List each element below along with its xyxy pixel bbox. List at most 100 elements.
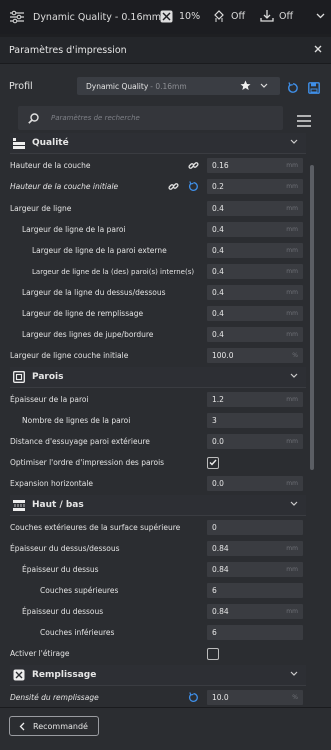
adhesion-summary[interactable]: Off bbox=[260, 9, 293, 23]
setting-label: Nombre de lignes de la paroi bbox=[22, 416, 131, 425]
setting-value: 0.0 bbox=[212, 437, 224, 446]
setting-value-field[interactable]: 0.84 mm bbox=[207, 604, 303, 619]
setting-unit: mm bbox=[286, 608, 298, 615]
setting-row: Épaisseur du dessus 0.84 mm bbox=[0, 559, 331, 580]
chevron-down-icon[interactable] bbox=[290, 372, 298, 382]
setting-value-field[interactable]: 0.4 mm bbox=[207, 264, 303, 279]
setting-value: 0.0 bbox=[212, 479, 224, 488]
setting-value: 0.2 bbox=[212, 182, 224, 191]
setting-value-field[interactable]: 0.2 mm bbox=[207, 179, 303, 194]
setting-row: Largeur de ligne de la (des) paroi(s) in… bbox=[0, 261, 331, 282]
profile-label: Profil bbox=[9, 80, 33, 92]
search-icon bbox=[28, 112, 39, 124]
setting-label: Densité du remplissage bbox=[10, 693, 99, 702]
setting-value: 0.84 bbox=[212, 565, 229, 574]
adhesion-icon bbox=[260, 9, 274, 23]
setting-row: Largeur de ligne de la paroi 0.4 mm bbox=[0, 219, 331, 240]
panel-title: Paramètres d'impression bbox=[9, 44, 127, 56]
setting-unit: mm bbox=[286, 162, 298, 169]
setting-value-field[interactable]: 10.0% bbox=[207, 690, 303, 705]
setting-value-field[interactable]: 0.4 mm bbox=[207, 306, 303, 321]
setting-row: Épaisseur du dessus/dessous 0.84 mm bbox=[0, 538, 331, 559]
setting-value-field[interactable]: 6 bbox=[207, 583, 303, 598]
print-setup-bar[interactable]: Dynamic Quality - 0.16mm 10% Off Off bbox=[0, 0, 331, 34]
chevron-down-icon[interactable] bbox=[290, 670, 298, 680]
section-title: Parois bbox=[32, 372, 64, 382]
setting-row: Largeur de ligne couche initiale 100.0% bbox=[0, 345, 331, 366]
recommended-label: Recommandé bbox=[33, 721, 88, 731]
setting-label: Largeur de ligne bbox=[10, 204, 72, 213]
setting-value-field[interactable]: 0.0 mm bbox=[207, 476, 303, 491]
setting-value-field[interactable]: 100.0% bbox=[207, 348, 303, 363]
setting-label: Épaisseur du dessous bbox=[22, 607, 104, 616]
star-icon[interactable] bbox=[240, 80, 251, 93]
checkbox[interactable] bbox=[207, 456, 219, 469]
setting-value-field[interactable]: 0.4 mm bbox=[207, 201, 303, 216]
reset-icon[interactable] bbox=[188, 181, 199, 194]
setting-unit: mm bbox=[286, 438, 298, 445]
section-remplissage[interactable]: Remplissage bbox=[10, 665, 306, 686]
setting-label: Largeur de ligne de remplissage bbox=[22, 309, 144, 318]
setting-value-field[interactable]: 0.4 mm bbox=[207, 243, 303, 258]
profile-select[interactable]: Dynamic Quality - 0.16mm bbox=[77, 77, 280, 95]
support-summary[interactable]: Off bbox=[212, 9, 245, 23]
setting-label: Couches extérieures de la surface supéri… bbox=[10, 523, 181, 532]
setting-label: Couches inférieures bbox=[40, 628, 115, 637]
print-settings-panel: Paramètres d'impression Profil Dynamic Q… bbox=[0, 37, 331, 750]
quality-summary[interactable]: Dynamic Quality - 0.16mm bbox=[9, 10, 161, 24]
setting-unit: mm bbox=[286, 396, 298, 403]
setting-unit: mm bbox=[286, 226, 298, 233]
setting-label: Largeur de ligne de la paroi externe bbox=[32, 246, 167, 255]
recommended-button[interactable]: Recommandé bbox=[9, 716, 99, 736]
setting-row: Couches supérieures 6 bbox=[0, 580, 331, 601]
setting-row: Épaisseur du dessous 0.84 mm bbox=[0, 601, 331, 622]
setting-label: Couches supérieures bbox=[40, 586, 119, 595]
setting-row: Distance d'essuyage paroi extérieure 0.0… bbox=[0, 431, 331, 452]
setting-value: 0.4 bbox=[212, 330, 224, 339]
reset-icon[interactable] bbox=[287, 79, 299, 98]
scrollbar[interactable] bbox=[310, 165, 314, 470]
setting-value-field[interactable]: 0 bbox=[207, 520, 303, 535]
setting-unit: mm bbox=[286, 205, 298, 212]
checkbox[interactable] bbox=[207, 647, 219, 660]
setting-value-field[interactable]: 0.0 mm bbox=[207, 434, 303, 449]
setting-value-field[interactable]: 0.84 mm bbox=[207, 541, 303, 556]
support-icon bbox=[212, 9, 226, 23]
setting-value-field[interactable]: 0.84 mm bbox=[207, 562, 303, 577]
setting-label: Hauteur de la couche initiale bbox=[10, 182, 119, 191]
close-icon[interactable] bbox=[314, 45, 322, 56]
chevron-down-icon[interactable] bbox=[316, 11, 325, 22]
setting-row: Expansion horizontale 0.0 mm bbox=[0, 473, 331, 494]
chevron-left-icon bbox=[19, 722, 25, 731]
infill-summary[interactable]: 10% bbox=[160, 10, 200, 23]
setting-value: 0.4 bbox=[212, 225, 224, 234]
setting-value: 0.84 bbox=[212, 544, 229, 553]
chevron-down-icon[interactable] bbox=[260, 82, 268, 91]
setting-value: 0.16 bbox=[212, 161, 229, 170]
setting-value-field[interactable]: 1.2 mm bbox=[207, 392, 303, 407]
setting-value-field[interactable]: 3 bbox=[207, 413, 303, 428]
support-value: Off bbox=[231, 10, 246, 22]
link-icon bbox=[168, 181, 179, 194]
save-icon[interactable] bbox=[308, 79, 320, 98]
setting-value-field[interactable]: 0.16 mm bbox=[207, 158, 303, 173]
panel-header: Paramètres d'impression bbox=[0, 37, 331, 64]
setting-row: Largeur de la ligne du dessus/dessous 0.… bbox=[0, 282, 331, 303]
section-qualite[interactable]: Qualité bbox=[10, 133, 306, 154]
section-haut-bas[interactable]: Haut / bas bbox=[10, 495, 306, 516]
section-parois[interactable]: Parois bbox=[10, 367, 306, 388]
menu-icon[interactable] bbox=[297, 112, 311, 131]
setting-value-field[interactable]: 0.4 mm bbox=[207, 327, 303, 342]
infill-icon bbox=[160, 10, 173, 23]
setting-value-field[interactable]: 0.4 mm bbox=[207, 285, 303, 300]
chevron-down-icon[interactable] bbox=[290, 138, 298, 148]
setting-value-field[interactable]: 0.4 mm bbox=[207, 222, 303, 237]
setting-value: 0.4 bbox=[212, 288, 224, 297]
setting-unit: mm bbox=[286, 480, 298, 487]
setting-value-field[interactable]: 6 bbox=[207, 625, 303, 640]
quality-label: Dynamic Quality - 0.16mm bbox=[33, 11, 161, 23]
search-input[interactable]: Paramètres de recherche bbox=[18, 106, 283, 130]
chevron-down-icon[interactable] bbox=[290, 500, 298, 510]
reset-icon[interactable] bbox=[188, 692, 199, 705]
setting-label: Largeur de ligne de la (des) paroi(s) in… bbox=[32, 267, 195, 276]
